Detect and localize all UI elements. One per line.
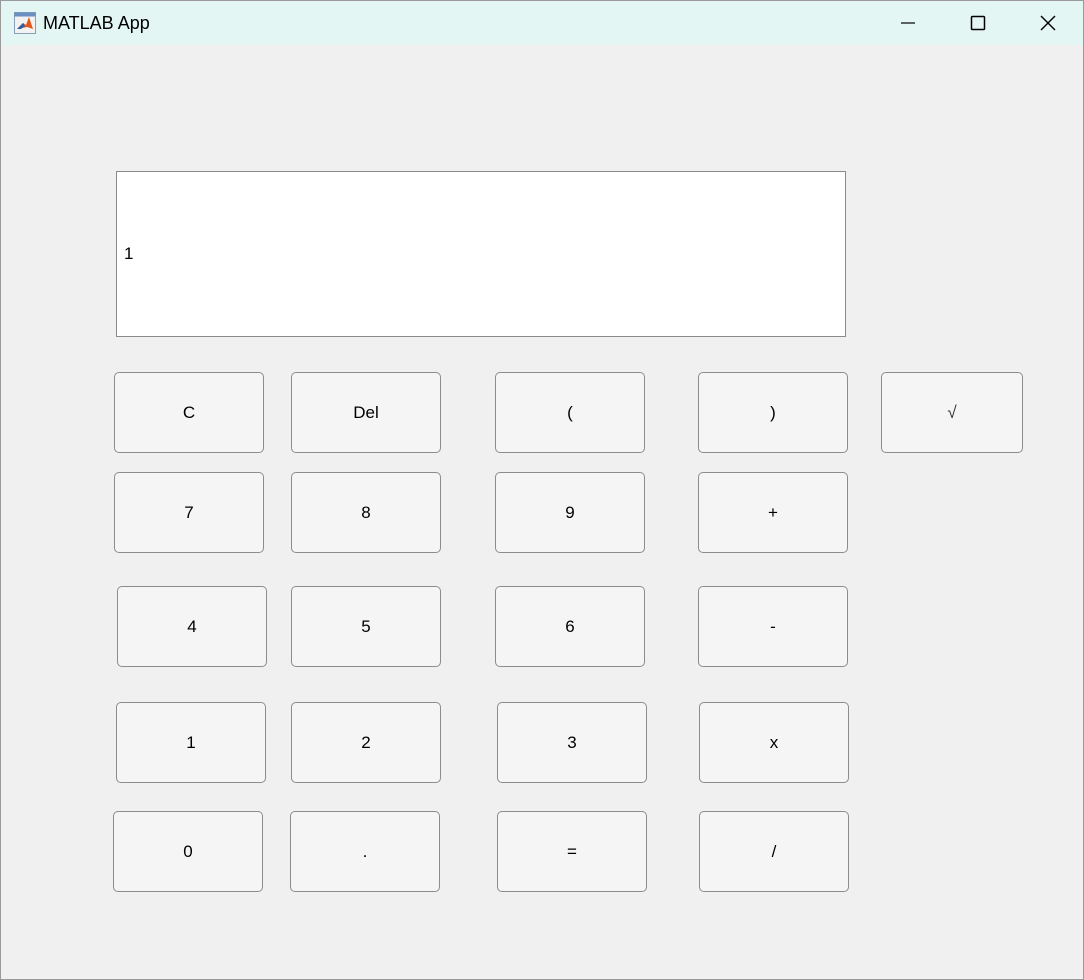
close-paren-button[interactable]: ) (698, 372, 848, 453)
equals-button[interactable]: = (497, 811, 647, 892)
four-button[interactable]: 4 (117, 586, 267, 667)
eight-button[interactable]: 8 (291, 472, 441, 553)
divide-button[interactable]: / (699, 811, 849, 892)
close-icon (1040, 15, 1056, 31)
matlab-logo-icon (14, 12, 36, 34)
title-bar[interactable]: MATLAB App (1, 1, 1083, 45)
six-button[interactable]: 6 (495, 586, 645, 667)
maximize-button[interactable] (943, 1, 1013, 45)
two-button[interactable]: 2 (291, 702, 441, 783)
maximize-icon (970, 15, 986, 31)
seven-button[interactable]: 7 (114, 472, 264, 553)
one-button[interactable]: 1 (116, 702, 266, 783)
close-button[interactable] (1013, 1, 1083, 45)
minimize-button[interactable] (873, 1, 943, 45)
five-button[interactable]: 5 (291, 586, 441, 667)
zero-button[interactable]: 0 (113, 811, 263, 892)
three-button[interactable]: 3 (497, 702, 647, 783)
delete-button[interactable]: Del (291, 372, 441, 453)
open-paren-button[interactable]: ( (495, 372, 645, 453)
window-title: MATLAB App (43, 13, 150, 33)
nine-button[interactable]: 9 (495, 472, 645, 553)
display-value: 1 (124, 244, 134, 263)
sqrt-button[interactable]: √ (881, 372, 1023, 453)
minimize-icon (901, 22, 915, 24)
decimal-button[interactable]: . (290, 811, 440, 892)
app-window: MATLAB App 1 C Del ( ) √ 7 8 9 + 4 5 6 -… (0, 0, 1084, 980)
plus-button[interactable]: + (698, 472, 848, 553)
multiply-button[interactable]: x (699, 702, 849, 783)
minus-button[interactable]: - (698, 586, 848, 667)
clear-button[interactable]: C (114, 372, 264, 453)
calculator-display: 1 (116, 171, 846, 337)
